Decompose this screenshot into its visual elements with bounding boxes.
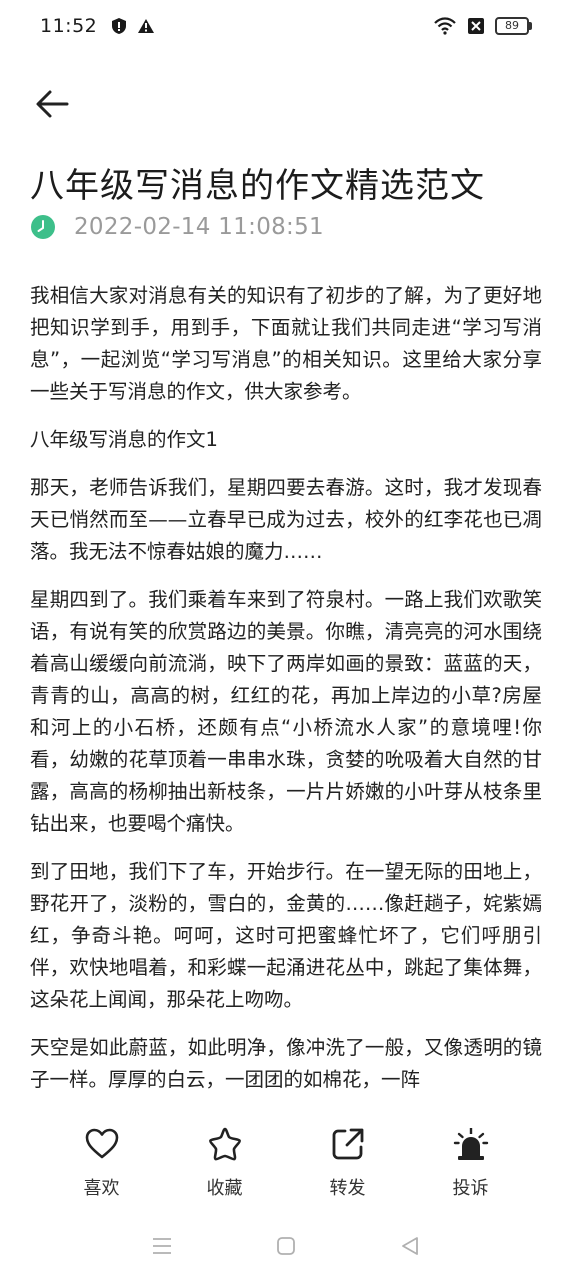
heart-icon [85, 1128, 118, 1159]
article-body: 我相信大家对消息有关的知识有了初步的了解，为了更好地把知识学到手，用到手，下面就… [30, 280, 542, 1112]
share-label: 转发 [329, 1178, 366, 1199]
battery-level: 89 [495, 17, 529, 35]
back-button[interactable] [28, 84, 76, 124]
menu-icon[interactable] [150, 1234, 174, 1258]
share-button[interactable]: 转发 [303, 1126, 393, 1200]
paragraph: 那天，老师告诉我们，星期四要去春游。这时，我才发现春天已悄然而至——立春早已成为… [30, 476, 542, 563]
no-sim-icon [468, 18, 484, 34]
warning-icon [138, 19, 155, 33]
action-bar: 喜欢 收藏 转发 投诉 [0, 1112, 572, 1212]
arrow-left-icon [36, 90, 69, 118]
back-triangle-icon[interactable] [398, 1234, 422, 1258]
report-button[interactable]: 投诉 [426, 1126, 516, 1200]
paragraph: 天空是如此蔚蓝，如此明净，像冲洗了一般，又像透明的镜子一样。厚厚的白云，一团团的… [30, 1036, 542, 1091]
system-nav-bar [0, 1212, 572, 1280]
article-title: 八年级写消息的作文精选范文 [30, 166, 485, 206]
like-button[interactable]: 喜欢 [57, 1126, 147, 1200]
status-time: 11:52 [40, 15, 98, 37]
article-date: 2022-02-14 11:08:51 [74, 214, 324, 240]
clock-icon [31, 215, 55, 239]
share-icon [332, 1128, 363, 1160]
alarm-icon [453, 1128, 488, 1160]
status-right: 89 [433, 17, 532, 35]
paragraph: 星期四到了。我们乘着车来到了符泉村。一路上我们欢歌笑语，有说有笑的欣赏路边的美景… [30, 588, 542, 835]
paragraph-heading: 八年级写消息的作文1 [30, 428, 218, 451]
battery-icon: 89 [495, 17, 532, 35]
star-icon [208, 1127, 241, 1161]
paragraph: 到了田地，我们下了车，开始步行。在一望无际的田地上，野花开了，淡粉的，雪白的，金… [30, 860, 542, 1011]
home-icon[interactable] [274, 1234, 298, 1258]
favorite-label: 收藏 [206, 1178, 243, 1199]
article-meta: 2022-02-14 11:08:51 [30, 214, 324, 240]
status-icons [111, 17, 155, 35]
shield-icon [112, 18, 127, 34]
status-bar: 11:52 89 [0, 0, 572, 52]
wifi-icon [434, 17, 456, 35]
paragraph: 我相信大家对消息有关的知识有了初步的了解，为了更好地把知识学到手，用到手，下面就… [30, 284, 542, 403]
report-label: 投诉 [452, 1178, 489, 1199]
favorite-button[interactable]: 收藏 [180, 1126, 270, 1200]
like-label: 喜欢 [83, 1178, 120, 1199]
status-left: 11:52 [40, 15, 155, 37]
